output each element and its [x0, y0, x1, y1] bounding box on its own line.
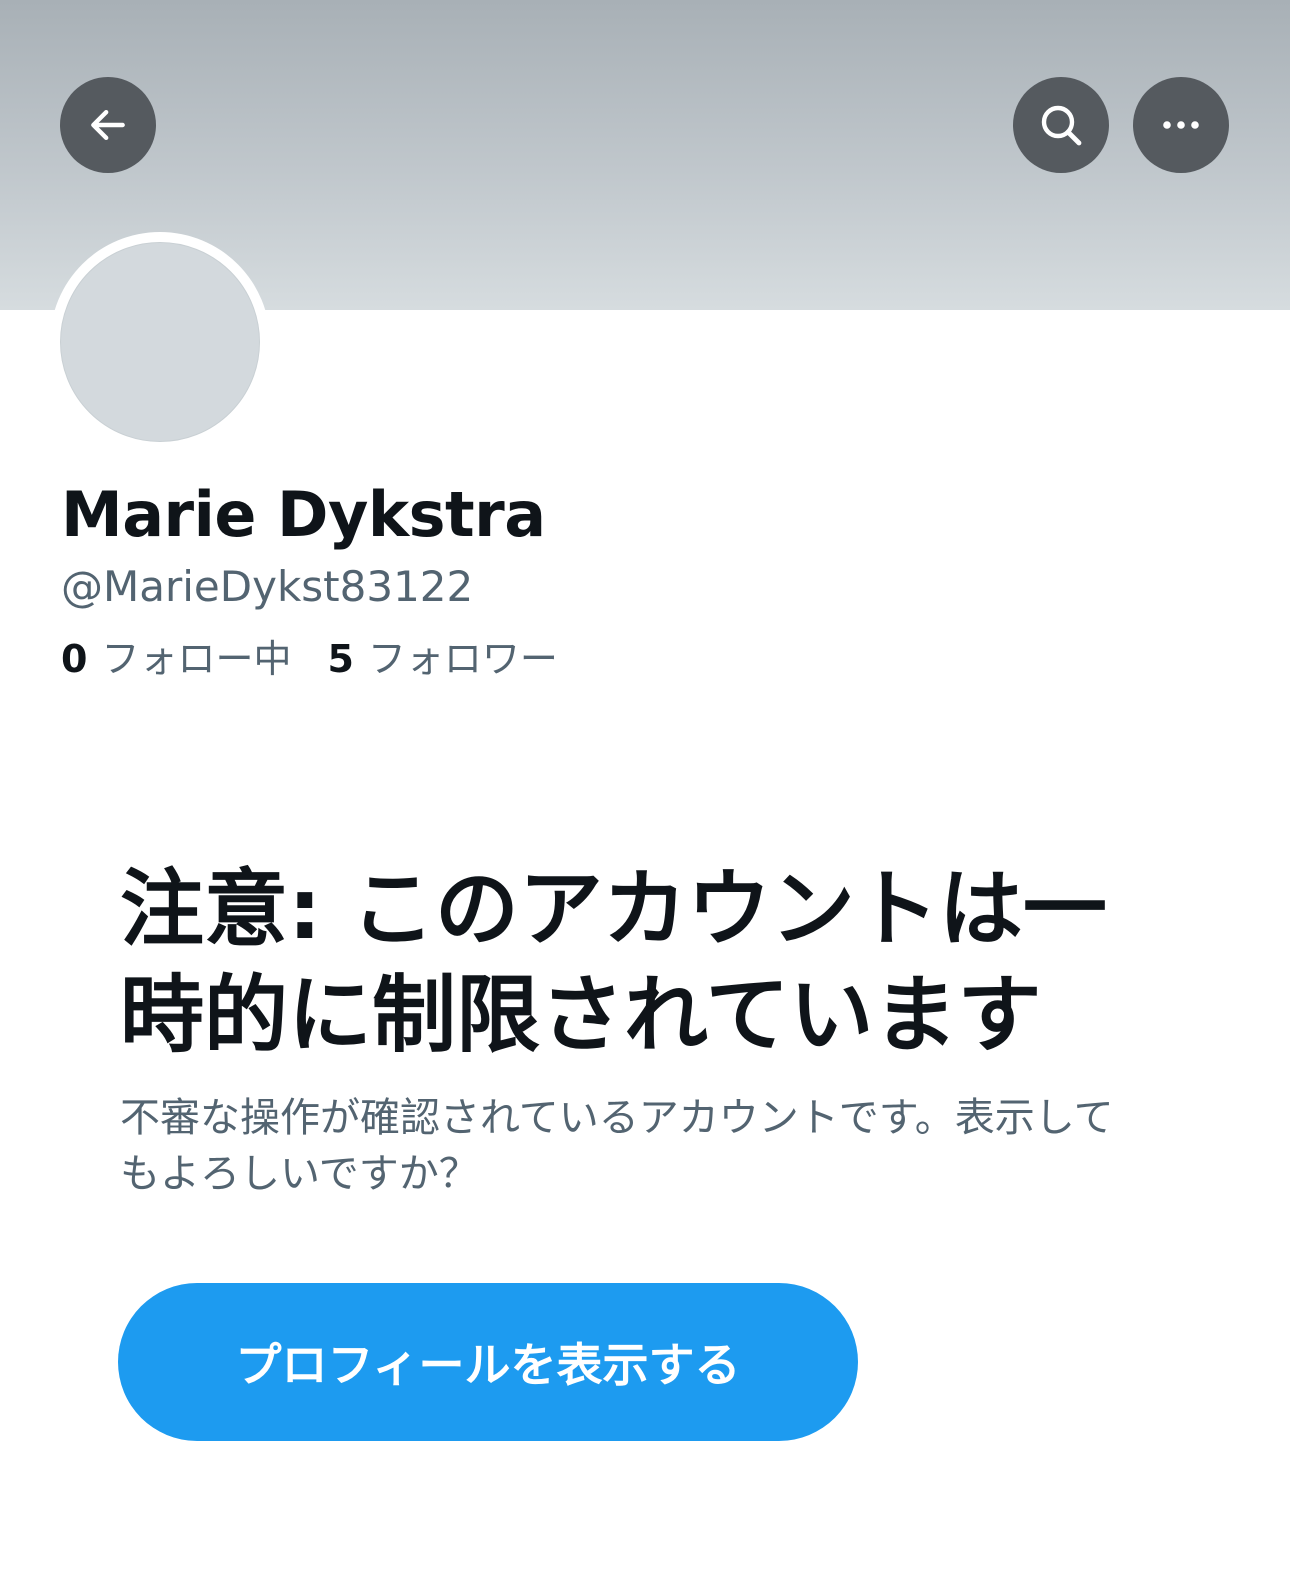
display-name: Marie Dykstra	[61, 478, 546, 551]
following-label: フォロー中	[101, 637, 292, 681]
following-count: 0	[61, 637, 88, 681]
arrow-left-icon	[91, 109, 125, 141]
search-button[interactable]	[1013, 77, 1109, 173]
more-options-button[interactable]	[1133, 77, 1229, 173]
back-button[interactable]	[60, 77, 156, 173]
restriction-warning-body: 不審な操作が確認されているアカウントです。表示してもよろしいですか？	[120, 1095, 1114, 1197]
follow-stats: 0 フォロー中 5 フォロワー	[61, 628, 594, 683]
search-icon	[1041, 105, 1082, 146]
followers-stat[interactable]: 5 フォロワー	[327, 628, 557, 683]
view-profile-button[interactable]: プロフィールを表示する	[118, 1283, 858, 1441]
user-handle: @MarieDykst83122	[61, 562, 474, 611]
followers-count: 5	[327, 637, 354, 681]
followers-label: フォロワー	[367, 637, 558, 681]
more-horizontal-icon	[1163, 121, 1199, 129]
restriction-warning-title: 注意: このアカウントは一時的に制限されています	[120, 860, 1107, 1064]
following-stat[interactable]: 0 フォロー中	[61, 628, 291, 683]
avatar-frame	[50, 232, 270, 452]
avatar[interactable]	[60, 242, 260, 442]
